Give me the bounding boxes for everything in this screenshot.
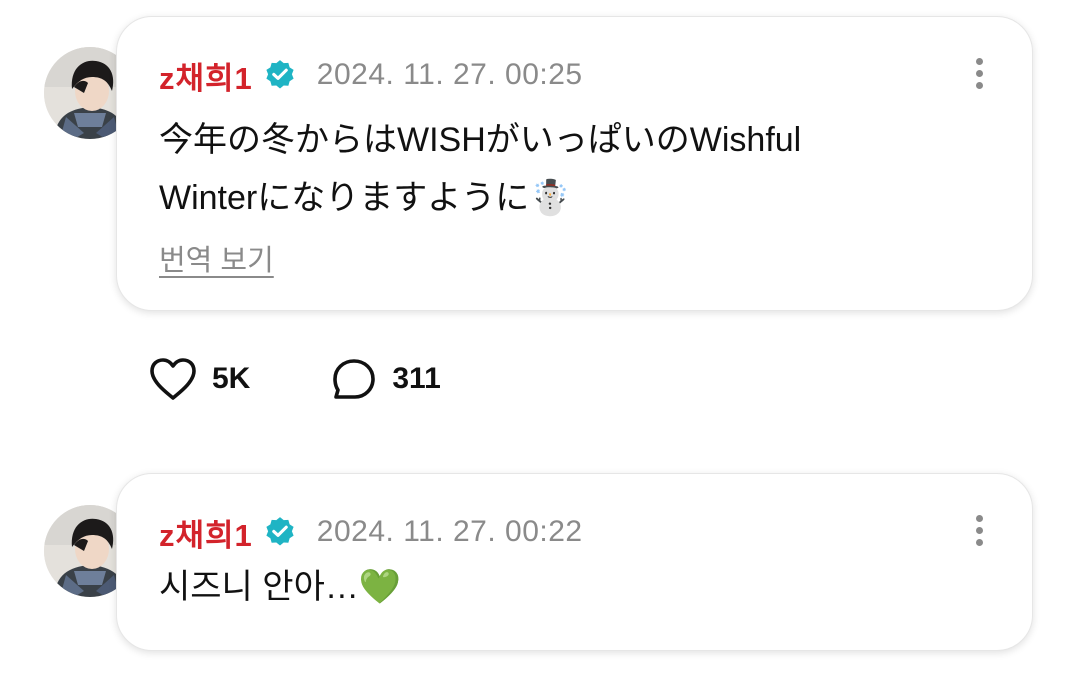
comment-text: 今年の冬からはWISHがいっぱいのWishful Winterになりますように☃… — [159, 121, 802, 217]
like-button[interactable]: 5K — [148, 356, 250, 402]
author-name[interactable]: ᴢ채희1 — [159, 53, 253, 98]
more-vertical-icon — [975, 57, 983, 65]
comment-count: 311 — [392, 362, 441, 395]
comment-feed: ᴢ채희1 2024. 11. 27. 00:25 今年の冬からはWISHがいっぱ… — [0, 0, 1080, 683]
comment-timestamp: 2024. 11. 27. 00:22 — [316, 515, 583, 548]
comment-header: ᴢ채희1 2024. 11. 27. 00:25 — [159, 53, 583, 97]
post: ᴢ채희1 2024. 11. 27. 00:22 시즈니 안아…💚 — [0, 455, 1080, 683]
translate-link[interactable]: 번역 보기 — [159, 237, 274, 279]
comment-actions: 5K 311 — [148, 355, 441, 403]
more-vertical-icon — [975, 514, 983, 522]
reply-button[interactable]: 311 — [330, 356, 441, 402]
more-options-button[interactable] — [964, 510, 994, 550]
more-dot — [975, 69, 983, 77]
more-options-button[interactable] — [964, 53, 994, 93]
author-name[interactable]: ᴢ채희1 — [159, 510, 253, 555]
comment-text: 시즈니 안아…💚 — [159, 568, 402, 606]
more-dot — [975, 526, 983, 534]
comment-card: ᴢ채희1 2024. 11. 27. 00:25 今年の冬からはWISHがいっぱ… — [116, 16, 1033, 311]
more-dot — [975, 81, 983, 89]
post: ᴢ채희1 2024. 11. 27. 00:25 今年の冬からはWISHがいっぱ… — [0, 0, 1080, 430]
like-count: 5K — [212, 362, 251, 395]
heart-icon — [150, 358, 196, 400]
comment-timestamp: 2024. 11. 27. 00:25 — [316, 58, 583, 91]
comment-card: ᴢ채희1 2024. 11. 27. 00:22 시즈니 안아…💚 — [116, 473, 1033, 651]
verified-badge-icon — [263, 58, 297, 92]
more-dot — [975, 538, 983, 546]
verified-badge-icon — [263, 515, 297, 549]
comment-bubble-icon — [333, 359, 376, 399]
comment-header: ᴢ채희1 2024. 11. 27. 00:22 — [159, 510, 583, 554]
